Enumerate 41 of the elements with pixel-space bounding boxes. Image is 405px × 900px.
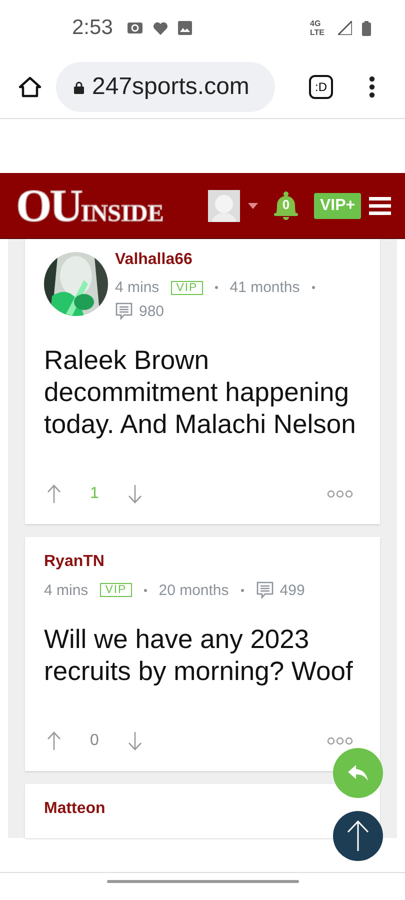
author-name[interactable]: Valhalla66 (115, 251, 361, 269)
more-options-icon[interactable] (327, 737, 353, 745)
downvote-arrow-icon[interactable] (126, 731, 143, 751)
image-icon (178, 21, 192, 35)
caret-icon[interactable] (248, 202, 258, 208)
upvote-arrow-icon[interactable] (46, 731, 62, 751)
author-name[interactable]: Matteon (44, 800, 361, 818)
vip-badge: VIP (171, 280, 203, 294)
tab-switcher-button[interactable]: :D (309, 75, 333, 99)
battery-icon (362, 20, 371, 36)
lock-icon (74, 80, 84, 94)
member-tenure: 41 months (230, 279, 300, 296)
up-arrow-icon (346, 820, 370, 852)
vip-badge: VIP (100, 583, 132, 597)
post-time: 4 mins (115, 279, 160, 296)
post-text: Raleek Brown decommitment happening today. And Malachi Nelson (44, 344, 357, 440)
downvote-arrow-icon[interactable] (126, 484, 143, 504)
member-tenure: 20 months (158, 582, 229, 598)
comment-icon (256, 581, 274, 599)
vote-score: 1 (90, 485, 99, 503)
gesture-handle[interactable] (106, 880, 298, 883)
menu-icon[interactable] (369, 76, 375, 98)
reply-arrow-icon (346, 763, 370, 783)
heart-icon (152, 22, 168, 34)
more-options-icon[interactable] (327, 490, 353, 498)
menu-icon[interactable] (369, 196, 392, 214)
author-name[interactable]: RyanTN (44, 553, 361, 571)
home-icon[interactable] (18, 76, 42, 98)
post-count: 980 (139, 302, 164, 320)
site-logo[interactable]: OUINSIDE (16, 182, 200, 228)
network-indicator: 4G LTE (310, 19, 326, 37)
upvote-arrow-icon[interactable] (46, 484, 62, 504)
post-count: 499 (280, 582, 305, 598)
signal-icon (338, 21, 352, 35)
comment-icon (115, 302, 133, 320)
vote-score: 0 (90, 732, 99, 750)
status-time: 2:53 (72, 16, 113, 40)
post-text: Will we have any 2023 recruits by morning? Woof (44, 623, 354, 687)
address-bar[interactable]: 247sports.com (56, 62, 275, 112)
scroll-to-top-button[interactable] (333, 811, 383, 861)
post-time: 4 mins (44, 582, 88, 598)
